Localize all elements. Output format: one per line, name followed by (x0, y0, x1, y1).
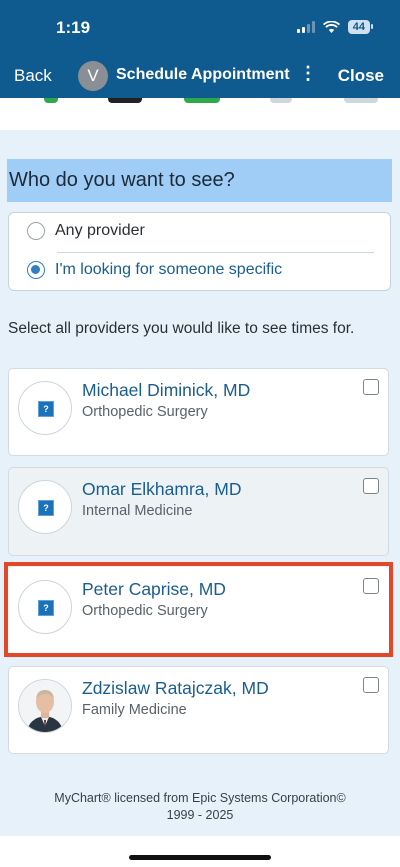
close-button[interactable]: Close (338, 66, 384, 86)
provider-specialty: Orthopedic Surgery (82, 404, 208, 420)
divider (57, 252, 374, 253)
signal-icon (296, 21, 315, 33)
provider-name: Omar Elkhamra, MD (82, 479, 242, 499)
provider-choice-card: Any provider I'm looking for someone spe… (8, 212, 391, 291)
step-check-icon (184, 98, 220, 103)
provider-photo (18, 679, 72, 733)
instructions-text: Select all providers you would like to s… (8, 320, 355, 337)
step-progress-strip (0, 98, 400, 130)
status-time: 1:19 (56, 18, 91, 37)
battery-icon: 44 (347, 20, 374, 34)
provider-specialty: Internal Medicine (82, 503, 193, 519)
more-options-icon[interactable]: ⋮ (299, 64, 317, 82)
radio-button-selected[interactable] (27, 261, 45, 279)
provider-card[interactable]: ? Michael Diminick, MD Orthopedic Surger… (8, 368, 389, 456)
footer-license: MyChart® licensed from Epic Systems Corp… (54, 791, 346, 805)
provider-card[interactable]: ? Omar Elkhamra, MD Internal Medicine (8, 467, 389, 556)
footer: MyChart® licensed from Epic Systems Corp… (0, 790, 400, 824)
provider-card[interactable]: Zdzislaw Ratajczak, MD Family Medicine (8, 666, 389, 754)
placeholder-icon: ? (38, 500, 54, 516)
step-indicator (108, 98, 142, 103)
step-indicator (270, 98, 292, 103)
status-icons: 44 (296, 20, 374, 34)
page-title: Schedule Appointment (116, 66, 290, 83)
wifi-icon (322, 20, 340, 33)
home-indicator (129, 855, 271, 860)
footer-years: 1999 - 2025 (166, 808, 234, 822)
option-any-provider[interactable]: Any provider (27, 222, 145, 240)
bottom-safe-area (0, 836, 400, 867)
back-button[interactable]: Back (14, 66, 52, 86)
provider-checkbox[interactable] (363, 478, 379, 494)
option-label: Any provider (55, 222, 145, 239)
headshot-image (19, 680, 71, 732)
radio-button[interactable] (27, 222, 45, 240)
selection-highlight (4, 562, 393, 657)
top-bar: 1:19 44 Back V Schedule Appointment ⋮ Cl… (0, 0, 400, 98)
placeholder-icon: ? (38, 401, 54, 417)
provider-checkbox[interactable] (363, 677, 379, 693)
provider-photo: ? (18, 480, 72, 534)
provider-checkbox[interactable] (363, 379, 379, 395)
step-indicator (344, 98, 378, 103)
avatar[interactable]: V (78, 61, 108, 91)
provider-photo: ? (18, 381, 72, 435)
provider-name: Zdzislaw Ratajczak, MD (82, 678, 269, 698)
provider-name: Michael Diminick, MD (82, 380, 251, 400)
question-heading: Who do you want to see? (7, 159, 392, 202)
provider-specialty: Family Medicine (82, 702, 187, 718)
option-someone-specific[interactable]: I'm looking for someone specific (27, 261, 282, 279)
option-label: I'm looking for someone specific (55, 261, 283, 278)
step-check-icon (44, 98, 58, 103)
